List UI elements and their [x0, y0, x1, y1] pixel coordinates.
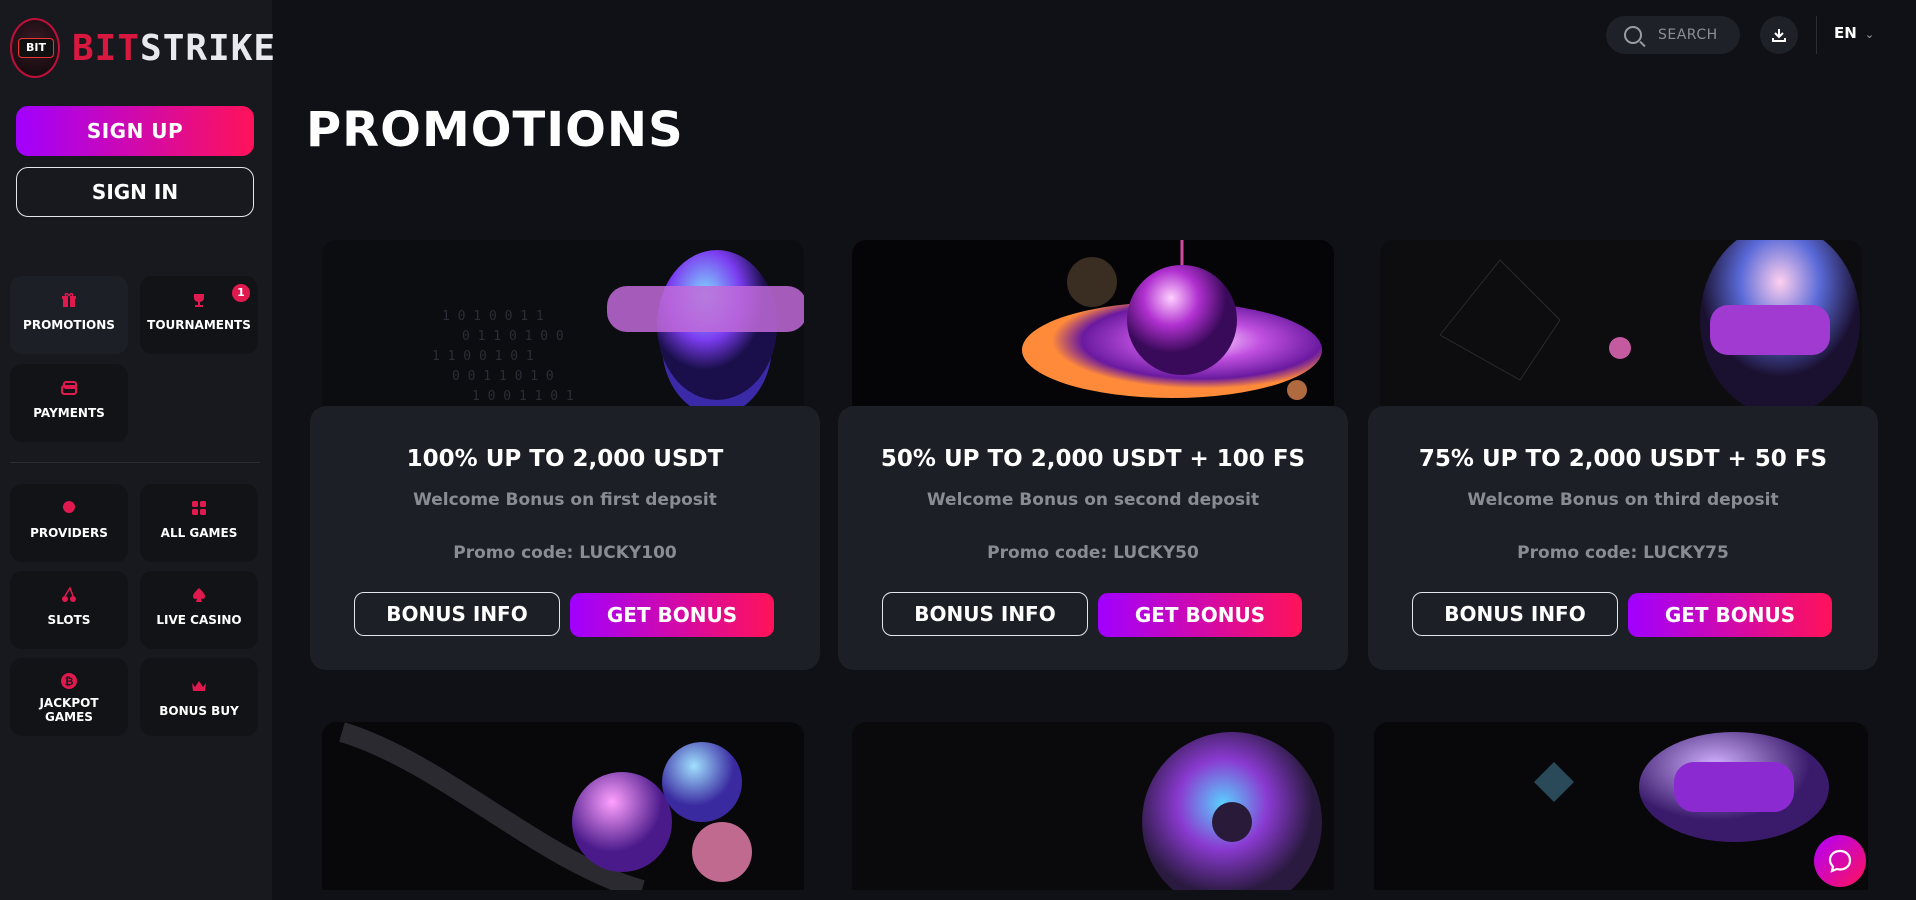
notification-badge: 1	[232, 284, 250, 302]
nav-payments[interactable]: PAYMENTS	[10, 364, 128, 442]
get-bonus-button[interactable]: GET BONUS	[1098, 593, 1302, 637]
language-label: EN	[1834, 24, 1857, 42]
spade-icon	[140, 587, 258, 605]
svg-text:0 1 1 0 1 0 0: 0 1 1 0 1 0 0	[462, 329, 564, 344]
promo-title: 50% UP TO 2,000 USDT + 100 FS	[880, 446, 1306, 472]
nav-providers[interactable]: PROVIDERS	[10, 484, 128, 562]
grid-icon	[140, 500, 258, 518]
promo-title: 75% UP TO 2,000 USDT + 50 FS	[1418, 446, 1828, 472]
promo-title: 100% UP TO 2,000 USDT	[406, 446, 724, 472]
promo-image-6	[1374, 722, 1868, 890]
promo-card-2: 50% UP TO 2,000 USDT + 100 FS Welcome Bo…	[838, 406, 1348, 670]
nav-payments-label: PAYMENTS	[33, 406, 105, 420]
brand-name-white: STRIKE	[140, 27, 277, 69]
nav-slots-label: SLOTS	[47, 613, 91, 627]
download-button[interactable]	[1760, 16, 1798, 54]
promo-card-3: 75% UP TO 2,000 USDT + 50 FS Welcome Bon…	[1368, 406, 1878, 670]
get-bonus-button[interactable]: GET BONUS	[570, 593, 774, 637]
promo-image-3	[1380, 240, 1862, 408]
promo-image-1: 1 0 1 0 0 1 1 0 1 1 0 1 0 0 1 1 0 0 1 0 1…	[322, 240, 804, 408]
gift-icon	[10, 292, 128, 310]
promo-subtitle: Welcome Bonus on third deposit	[1467, 490, 1779, 510]
chevron-down-icon: ⌄	[1864, 28, 1875, 41]
nav-promotions[interactable]: PROMOTIONS	[10, 276, 128, 354]
bonus-info-button[interactable]: BONUS INFO	[882, 592, 1088, 636]
search-box[interactable]: SEARCH	[1606, 16, 1740, 54]
nav-all-games[interactable]: ALL GAMES	[140, 484, 258, 562]
nav-providers-label: PROVIDERS	[30, 526, 108, 540]
sign-up-button[interactable]: SIGN UP	[16, 106, 254, 156]
nav-live-casino-label: LIVE CASINO	[156, 613, 242, 627]
nav-all-games-label: ALL GAMES	[160, 526, 238, 540]
language-selector[interactable]: EN ⌄	[1834, 24, 1874, 42]
page-title: PROMOTIONS	[306, 102, 684, 158]
download-icon	[1772, 29, 1786, 42]
nav-tournaments[interactable]: 1 TOURNAMENTS	[140, 276, 258, 354]
nav-bonus-buy[interactable]: BONUS BUY	[140, 658, 258, 736]
promo-image-4	[322, 722, 804, 890]
logo-mark-text: BIT	[18, 38, 54, 58]
promo-subtitle: Welcome Bonus on first deposit	[413, 490, 717, 510]
brand-name-red: BIT	[72, 27, 141, 69]
bonus-info-button[interactable]: BONUS INFO	[1412, 592, 1618, 636]
search-icon	[1624, 26, 1642, 44]
promo-subtitle: Welcome Bonus on second deposit	[926, 490, 1260, 510]
svg-text:1 0 1 0 0 1 1: 1 0 1 0 0 1 1	[442, 309, 544, 324]
get-bonus-button[interactable]: GET BONUS	[1628, 593, 1832, 637]
svg-text:₿: ₿	[65, 675, 74, 688]
dot-icon	[10, 500, 128, 518]
sign-in-button[interactable]: SIGN IN	[16, 167, 254, 217]
wallet-icon	[10, 380, 128, 398]
promo-image-2	[852, 240, 1334, 408]
promo-code: Promo code: LUCKY75	[1517, 543, 1729, 563]
header-divider	[1816, 16, 1817, 54]
nav-promotions-label: PROMOTIONS	[23, 318, 115, 332]
svg-text:1 1 0 0 1 0 1: 1 1 0 0 1 0 1	[432, 349, 534, 364]
nav-bonus-buy-label: BONUS BUY	[159, 704, 239, 718]
promo-card-1: 100% UP TO 2,000 USDT Welcome Bonus on f…	[310, 406, 820, 670]
chat-button[interactable]	[1814, 835, 1866, 887]
nav-slots[interactable]: SLOTS	[10, 571, 128, 649]
logo[interactable]: BIT BITSTRIKE	[10, 16, 276, 80]
nav-tournaments-label: TOURNAMENTS	[147, 318, 251, 332]
bonus-info-button[interactable]: BONUS INFO	[354, 592, 560, 636]
sidebar: BIT BITSTRIKE SIGN UP SIGN IN PROMOTIONS…	[0, 0, 275, 900]
promo-image-5	[852, 722, 1334, 890]
promo-code: Promo code: LUCKY100	[453, 543, 677, 563]
promo-code: Promo code: LUCKY50	[987, 543, 1199, 563]
svg-text:0 0 1 1 0 1 0: 0 0 1 1 0 1 0	[452, 369, 554, 384]
nav-jackpot-label: JACKPOT GAMES	[39, 696, 99, 724]
crown-icon	[140, 678, 258, 696]
chat-icon	[1828, 849, 1852, 873]
divider	[10, 462, 260, 463]
nav-jackpot-games[interactable]: ₿ JACKPOT GAMES	[10, 658, 128, 736]
nav-live-casino[interactable]: LIVE CASINO	[140, 571, 258, 649]
svg-text:1 0 0 1 1 0 1: 1 0 0 1 1 0 1	[472, 389, 574, 404]
cherry-icon	[10, 586, 128, 605]
logo-helmet-icon: BIT	[10, 18, 60, 78]
search-placeholder: SEARCH	[1658, 27, 1718, 43]
bitcoin-icon: ₿	[10, 672, 128, 690]
brand-name: BITSTRIKE	[72, 28, 276, 69]
